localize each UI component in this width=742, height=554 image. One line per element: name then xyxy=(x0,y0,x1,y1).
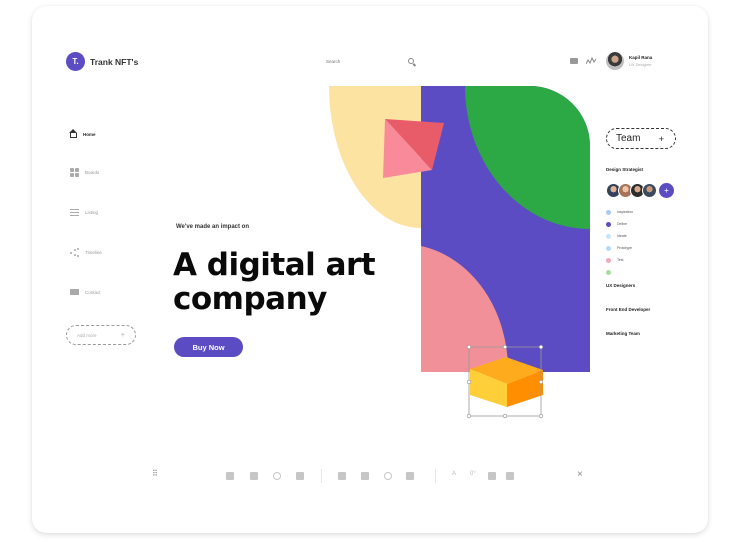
sidebar-item-boards[interactable]: Boards xyxy=(70,165,99,179)
user-name: Kapil Rana xyxy=(629,55,653,60)
sidebar-item-home[interactable]: Home xyxy=(69,127,96,141)
team-marketing[interactable]: Marketing Team xyxy=(606,331,640,336)
listing-icon xyxy=(70,208,79,217)
legend-dot xyxy=(606,209,611,215)
add-more-label: Add more xyxy=(77,332,97,338)
search-icon[interactable] xyxy=(408,58,414,64)
legend-label: Test xyxy=(617,258,624,262)
copy-icon[interactable] xyxy=(226,472,234,480)
logo[interactable]: T. Trank NFT's xyxy=(66,52,138,71)
layers-icon[interactable] xyxy=(250,472,258,480)
sidebar-item-timeline[interactable]: Timeline xyxy=(70,245,102,259)
search-input[interactable] xyxy=(320,58,390,64)
legend-label: Ideate xyxy=(617,234,627,238)
activity-icon[interactable] xyxy=(586,57,596,65)
text-tool-icon[interactable]: A xyxy=(452,471,456,479)
logo-badge: T. xyxy=(66,52,85,71)
plus-icon: + xyxy=(658,133,664,144)
legend-item: Ideate xyxy=(606,232,633,240)
avatar-stack: + xyxy=(606,183,674,198)
sidebar-item-listing[interactable]: Listing xyxy=(70,205,98,219)
group-icon[interactable] xyxy=(361,472,369,480)
user-profile[interactable]: Kapil Rana UX Designer xyxy=(606,52,652,70)
legend-item: Inspiration xyxy=(606,208,633,216)
timeline-icon xyxy=(70,247,79,257)
headline-line-2: company xyxy=(173,281,327,317)
distribute-horizontal-icon[interactable] xyxy=(488,472,496,480)
header-icons xyxy=(570,57,596,65)
frame-icon[interactable] xyxy=(296,472,304,480)
rotate-icon[interactable]: 0° xyxy=(470,471,476,479)
sidebar-item-label: Contact xyxy=(85,289,101,295)
legend-item: Test xyxy=(606,256,633,264)
align-icon[interactable] xyxy=(384,472,392,480)
contact-icon xyxy=(70,289,79,295)
legend-item: Prototype xyxy=(606,244,633,252)
legend-label: Prototype xyxy=(617,246,632,250)
design-strategist-title: Design Strategist xyxy=(606,167,644,172)
legend-label: Define xyxy=(617,222,628,226)
legend-dot xyxy=(606,269,611,275)
sidebar-item-label: Boards xyxy=(85,169,100,175)
team-front-end-developer[interactable]: Front End Developer xyxy=(606,307,650,312)
add-more-button[interactable]: Add more + xyxy=(66,325,136,345)
boards-icon xyxy=(70,167,79,177)
home-icon xyxy=(69,129,77,138)
team-label: Team xyxy=(616,133,641,144)
buy-now-button[interactable]: Buy Now xyxy=(174,337,243,357)
toolbar-divider xyxy=(321,469,322,483)
app-name: Trank NFT's xyxy=(90,56,139,67)
legend-item xyxy=(606,268,633,276)
hero-tagline: We've made an impact on xyxy=(176,224,250,230)
legend-item: Define xyxy=(606,220,633,228)
hero-headline: A digital art company xyxy=(173,247,376,317)
legend-dot xyxy=(606,233,611,239)
search-bar[interactable] xyxy=(320,52,420,70)
sidebar-item-contact[interactable]: Contact xyxy=(70,285,101,299)
distribute-vertical-icon[interactable] xyxy=(506,472,514,480)
avatar[interactable] xyxy=(642,183,657,198)
headline-line-1: A digital art xyxy=(173,247,376,283)
mail-icon[interactable] xyxy=(570,58,578,64)
sidebar-item-label: Timeline xyxy=(85,249,102,255)
legend-dot xyxy=(606,245,611,251)
team-ux-designers[interactable]: UX Designers xyxy=(606,283,635,288)
legend-dot xyxy=(606,257,611,263)
toolbar-divider xyxy=(435,469,436,483)
team-button[interactable]: Team + xyxy=(606,128,676,149)
sidebar-item-label: Listing xyxy=(85,209,99,215)
drag-handle-icon[interactable] xyxy=(152,469,160,480)
legend: Inspiration Define Ideate Prototype Test xyxy=(606,208,633,280)
add-member-button[interactable]: + xyxy=(659,183,674,198)
legend-label: Inspiration xyxy=(617,210,634,214)
user-role: UX Designer xyxy=(629,62,652,67)
duplicate-icon[interactable] xyxy=(338,472,346,480)
plus-icon: + xyxy=(120,331,125,339)
sidebar-item-label: Home xyxy=(83,131,96,137)
avatar[interactable] xyxy=(606,52,624,70)
bottom-toolbar: A 0° × xyxy=(148,466,594,486)
arrange-icon[interactable] xyxy=(406,472,414,480)
legend-dot xyxy=(606,221,611,227)
shape-icon[interactable] xyxy=(273,472,281,480)
close-icon[interactable]: × xyxy=(577,469,583,480)
